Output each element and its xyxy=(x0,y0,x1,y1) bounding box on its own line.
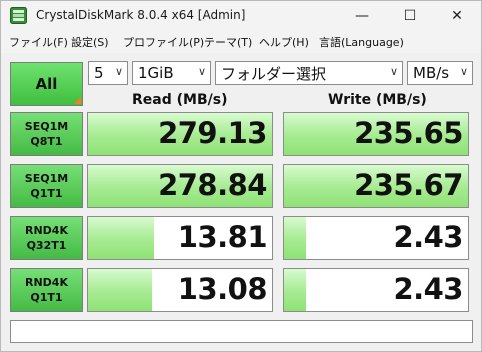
window-title: CrystalDiskMark 8.0.4 x64 [Admin] xyxy=(36,8,246,22)
read-value: 13.81 xyxy=(177,220,268,254)
test-button-rnd4k-q32t1[interactable]: RND4K Q32T1 xyxy=(10,216,83,260)
test-label-line2: Q1T1 xyxy=(30,187,63,200)
title-bar: CrystalDiskMark 8.0.4 x64 [Admin] — ☐ ✕ xyxy=(1,1,481,31)
write-value: 2.43 xyxy=(393,272,463,306)
write-header: Write (MB/s) xyxy=(328,92,427,108)
menu-settings[interactable]: 設定(S) xyxy=(71,34,109,50)
test-label-line2: Q8T1 xyxy=(30,135,63,148)
read-result-cell: 278.84 xyxy=(87,164,273,208)
test-label-line1: RND4K xyxy=(25,276,68,289)
read-bar xyxy=(88,217,155,259)
app-window: CrystalDiskMark 8.0.4 x64 [Admin] — ☐ ✕ … xyxy=(0,0,482,352)
test-button-rnd4k-q1t1[interactable]: RND4K Q1T1 xyxy=(10,268,83,312)
crystaldiskmark-icon xyxy=(10,7,27,24)
test-label-line2: Q1T1 xyxy=(30,291,63,304)
read-result-cell: 13.08 xyxy=(87,268,273,312)
write-bar xyxy=(284,269,307,311)
read-value: 278.84 xyxy=(158,168,267,202)
test-label-line1: SEQ1M xyxy=(24,120,69,133)
chevron-down-icon: ∨ xyxy=(459,65,468,78)
close-button[interactable]: ✕ xyxy=(437,1,477,31)
read-result-cell: 13.81 xyxy=(87,216,273,260)
chevron-down-icon: ∨ xyxy=(114,65,123,78)
maximize-button[interactable]: ☐ xyxy=(390,1,430,31)
test-button-seq1m-q8t1[interactable]: SEQ1M Q8T1 xyxy=(10,112,83,156)
all-button-label: All xyxy=(35,75,58,93)
test-size-select[interactable]: 1GiB ∨ xyxy=(132,61,211,85)
menu-bar: ファイル(F) 設定(S) プロファイル(P) テーマ(T) ヘルプ(H) 言語… xyxy=(1,31,481,53)
comment-field[interactable] xyxy=(10,320,473,343)
test-label-line1: SEQ1M xyxy=(24,172,69,185)
all-button[interactable]: All xyxy=(10,62,83,106)
write-bar xyxy=(284,217,307,259)
write-value: 2.43 xyxy=(393,220,463,254)
test-size-value: 1GiB xyxy=(138,64,174,82)
menu-language[interactable]: 言語(Language) xyxy=(319,34,404,50)
corner-marker xyxy=(74,97,81,104)
menu-theme[interactable]: テーマ(T) xyxy=(204,34,252,50)
menu-file[interactable]: ファイル(F) xyxy=(9,34,68,50)
write-result-cell: 2.43 xyxy=(283,268,469,312)
write-result-cell: 235.67 xyxy=(283,164,469,208)
read-bar xyxy=(88,269,153,311)
chevron-down-icon: ∨ xyxy=(389,65,398,78)
test-count-value: 5 xyxy=(94,64,104,82)
read-value: 13.08 xyxy=(177,272,268,306)
write-result-cell: 235.65 xyxy=(283,112,469,156)
drive-select[interactable]: フォルダー選択 ∨ xyxy=(215,61,403,85)
test-count-select[interactable]: 5 ∨ xyxy=(88,61,128,85)
test-label-line2: Q32T1 xyxy=(26,239,67,252)
menu-help[interactable]: ヘルプ(H) xyxy=(259,34,309,50)
write-result-cell: 2.43 xyxy=(283,216,469,260)
test-button-seq1m-q1t1[interactable]: SEQ1M Q1T1 xyxy=(10,164,83,208)
read-value: 279.13 xyxy=(158,116,267,150)
unit-value: MB/s xyxy=(413,64,450,82)
test-label-line1: RND4K xyxy=(25,224,68,237)
menu-profile[interactable]: プロファイル(P) xyxy=(123,34,204,50)
minimize-button[interactable]: — xyxy=(342,1,382,31)
read-result-cell: 279.13 xyxy=(87,112,273,156)
chevron-down-icon: ∨ xyxy=(197,65,206,78)
unit-select[interactable]: MB/s ∨ xyxy=(407,61,473,85)
write-value: 235.65 xyxy=(354,116,463,150)
write-value: 235.67 xyxy=(354,168,463,202)
drive-value: フォルダー選択 xyxy=(221,64,327,83)
read-header: Read (MB/s) xyxy=(132,92,228,108)
